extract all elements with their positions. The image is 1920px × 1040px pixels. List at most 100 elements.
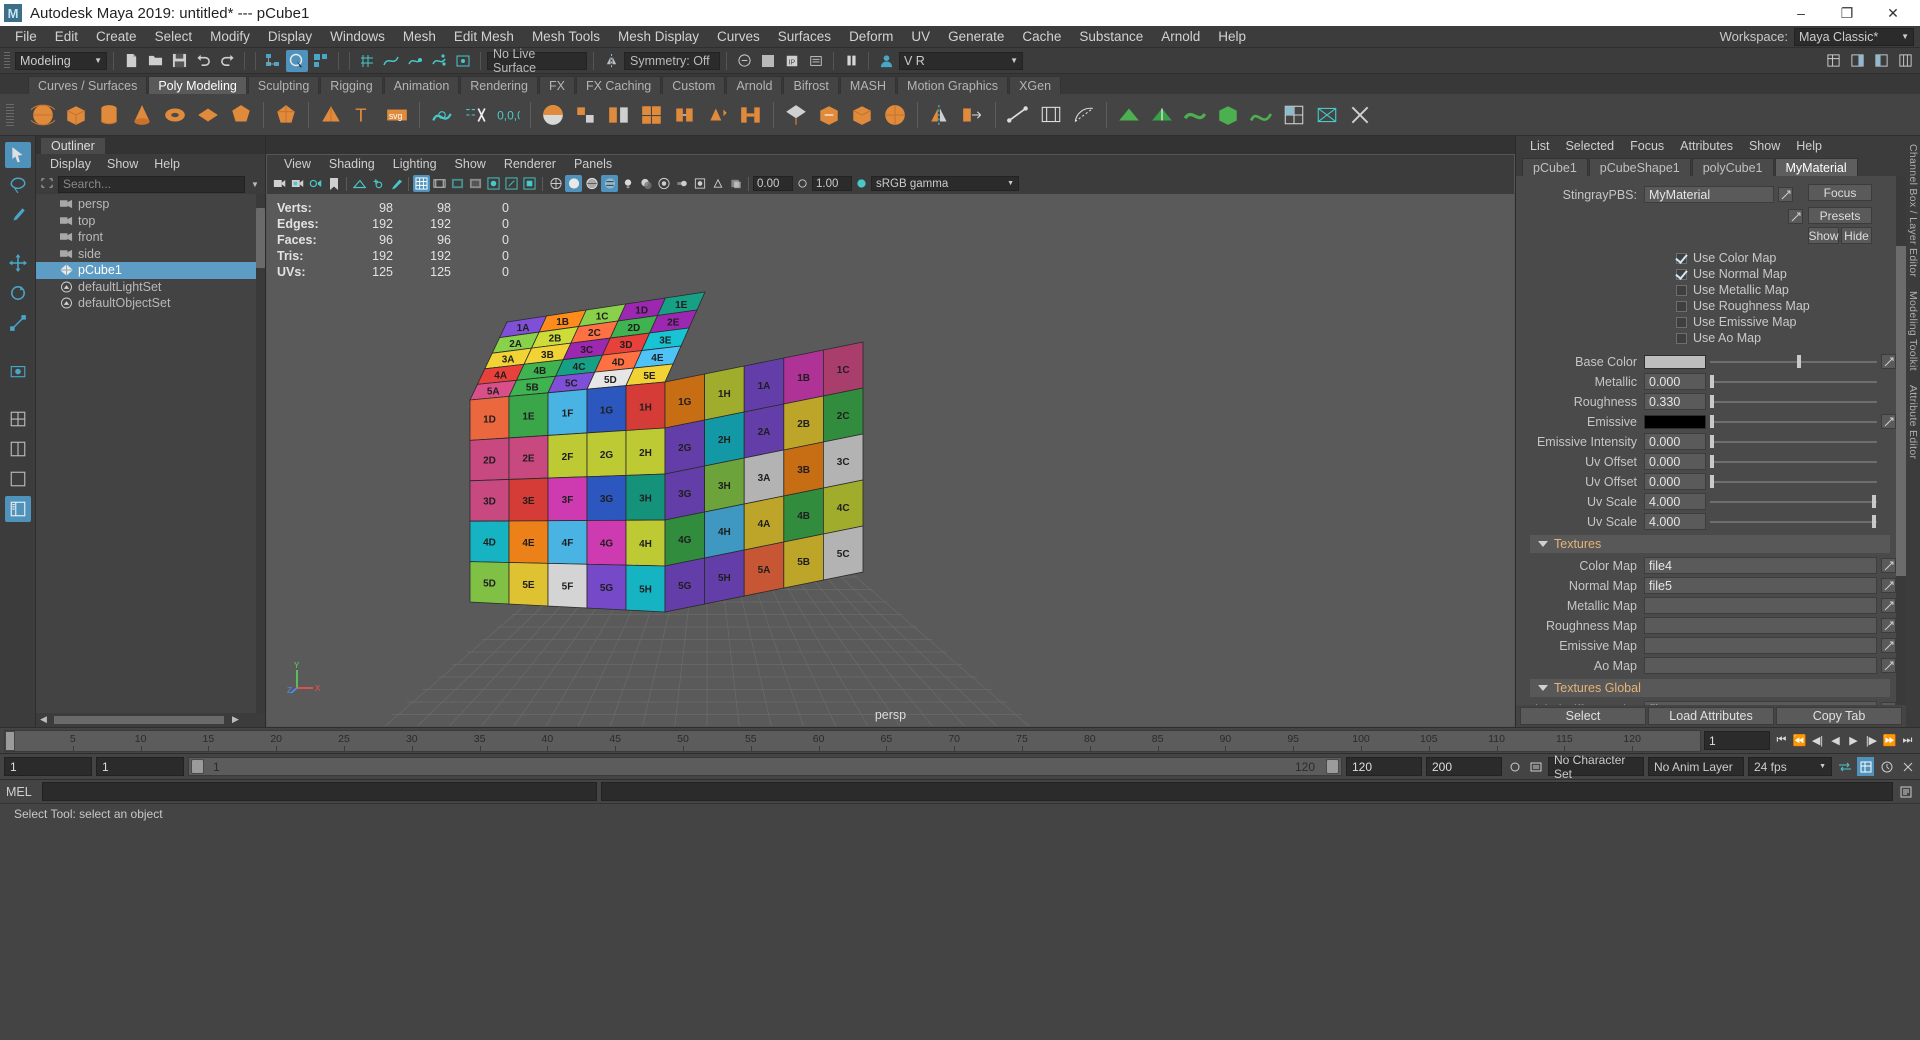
slider-handle[interactable]: [1710, 395, 1714, 408]
texture-input[interactable]: file1: [1644, 701, 1877, 705]
shelf-tab-rigging[interactable]: Rigging: [320, 76, 382, 94]
gate-mask-icon[interactable]: [467, 175, 484, 192]
outliner-menu-show[interactable]: Show: [99, 154, 146, 174]
checkbox-icon[interactable]: [1676, 333, 1687, 344]
range-bar[interactable]: 1 120: [188, 757, 1342, 776]
snap-projected-icon[interactable]: [428, 50, 450, 72]
remesh-icon[interactable]: [847, 100, 877, 130]
viewport-menu-lighting[interactable]: Lighting: [384, 155, 446, 174]
snap-curve-icon[interactable]: [380, 50, 402, 72]
anim-start-input[interactable]: 120: [1346, 757, 1422, 776]
hide-button[interactable]: Hide: [1841, 227, 1872, 244]
presets-button[interactable]: Presets: [1808, 207, 1872, 224]
go-to-end-icon[interactable]: ⏭: [1899, 731, 1916, 750]
snap-grid-icon[interactable]: [356, 50, 378, 72]
outliner-scroll-thumb[interactable]: [256, 208, 265, 268]
param-slider[interactable]: [1710, 513, 1877, 530]
tool-settings-toggle-icon[interactable]: [1870, 50, 1892, 72]
layout-single-icon[interactable]: [5, 406, 31, 432]
menu-help[interactable]: Help: [1209, 26, 1255, 48]
transfer-attributes-icon[interactable]: [958, 100, 988, 130]
shade-wireframe-icon[interactable]: [583, 175, 600, 192]
outliner-hscrollbar[interactable]: ◀ ▶: [36, 713, 265, 727]
slider-handle[interactable]: [1710, 375, 1714, 388]
snapshot-tool-icon[interactable]: [5, 358, 31, 384]
bevel-icon[interactable]: [703, 100, 733, 130]
layout-persp-icon[interactable]: [5, 466, 31, 492]
ipr-render-icon[interactable]: IP: [781, 50, 803, 72]
attr-tab-pCube1[interactable]: pCube1: [1522, 158, 1588, 176]
render-settings-icon[interactable]: [805, 50, 827, 72]
torus-tool-icon[interactable]: [160, 100, 190, 130]
display-smooth-icon[interactable]: [1114, 100, 1144, 130]
sphere-smooth-icon[interactable]: [538, 100, 568, 130]
booleans-icon[interactable]: [637, 100, 667, 130]
gamma-input[interactable]: 1.00: [812, 176, 852, 191]
attribute-editor-body[interactable]: StingrayPBS: MyMaterial Focus Presets Sh…: [1516, 176, 1906, 705]
checkbox-row-use-color-map[interactable]: Use Color Map: [1516, 250, 1896, 266]
multisample-aa-icon[interactable]: [709, 175, 726, 192]
shelf-tab-motion-graphics[interactable]: Motion Graphics: [897, 76, 1008, 94]
outliner-item-side[interactable]: side: [36, 246, 265, 263]
play-backwards-icon[interactable]: ◀: [1827, 731, 1844, 750]
step-back-frame-icon[interactable]: ◀|: [1809, 731, 1826, 750]
xray-icon[interactable]: [733, 50, 755, 72]
texture-input[interactable]: [1644, 617, 1877, 634]
open-scene-icon[interactable]: [144, 50, 166, 72]
select-component-icon[interactable]: [310, 50, 332, 72]
attr-copy-tab-button[interactable]: Copy Tab: [1776, 707, 1902, 725]
outliner-item-top[interactable]: top: [36, 213, 265, 230]
outliner-search-input[interactable]: Search...: [58, 176, 245, 193]
xray-active-components-icon[interactable]: [521, 175, 538, 192]
bridge-icon[interactable]: [736, 100, 766, 130]
time-slider[interactable]: 5101520253035404550556065707580859095100…: [4, 730, 1701, 752]
viewport-canvas[interactable]: Verts:98980Edges:1921920Faces:96960Tris:…: [266, 194, 1515, 727]
outliner-item-persp[interactable]: persp: [36, 196, 265, 213]
sculpt-tool-icon[interactable]: [427, 100, 457, 130]
save-scene-icon[interactable]: [168, 50, 190, 72]
outliner-menu-display[interactable]: Display: [42, 154, 99, 174]
character-set-dropdown[interactable]: No Character Set: [1548, 757, 1644, 776]
attr-select-button[interactable]: Select: [1520, 707, 1646, 725]
viewport-menu-shading[interactable]: Shading: [320, 155, 384, 174]
menu-curves[interactable]: Curves: [708, 26, 769, 48]
param-slider[interactable]: [1710, 473, 1877, 490]
current-frame-input[interactable]: 1: [1704, 731, 1770, 750]
shelf-tab-custom[interactable]: Custom: [662, 76, 725, 94]
uv-unfold-icon[interactable]: [1312, 100, 1342, 130]
checkbox-icon[interactable]: [1676, 301, 1687, 312]
platonic-tool-icon[interactable]: [271, 100, 301, 130]
menu-cache[interactable]: Cache: [1013, 26, 1070, 48]
viewport-menu-renderer[interactable]: Renderer: [495, 155, 565, 174]
checkbox-row-use-normal-map[interactable]: Use Normal Map: [1516, 266, 1896, 282]
param-map-button[interactable]: [1881, 354, 1896, 369]
measure-arc-icon[interactable]: [1069, 100, 1099, 130]
layout-two-icon[interactable]: [5, 436, 31, 462]
shelf-tab-arnold[interactable]: Arnold: [726, 76, 782, 94]
play-forwards-icon[interactable]: ▶: [1845, 731, 1862, 750]
text-tool-icon[interactable]: T: [349, 100, 379, 130]
right-tab-modeling-toolkit[interactable]: Modeling Toolkit: [1907, 291, 1919, 371]
colorspace-dropdown[interactable]: sRGB gamma ▼: [871, 176, 1019, 191]
step-back-key-icon[interactable]: ⏪: [1791, 731, 1808, 750]
checkbox-row-use-emissive-map[interactable]: Use Emissive Map: [1516, 314, 1896, 330]
toolbar-grip[interactable]: [4, 52, 10, 70]
lock-camera-icon[interactable]: [289, 175, 306, 192]
use-lights-icon[interactable]: [619, 175, 636, 192]
attribute-editor-scrollbar[interactable]: [1896, 176, 1906, 705]
menu-windows[interactable]: Windows: [321, 26, 394, 48]
texture-map-button[interactable]: [1881, 558, 1896, 573]
param-value-input[interactable]: 0.000: [1644, 453, 1706, 470]
select-object-icon[interactable]: [286, 50, 308, 72]
outliner-menu-help[interactable]: Help: [146, 154, 188, 174]
scroll-right-icon[interactable]: ▶: [232, 714, 239, 725]
symmetry-field[interactable]: Symmetry: Off: [624, 52, 720, 70]
layout-outliner-persp-icon[interactable]: [5, 496, 31, 522]
shelf-tab-curves-surfaces[interactable]: Curves / Surfaces: [28, 76, 147, 94]
menu-create[interactable]: Create: [87, 26, 146, 48]
shelf-tab-sculpting[interactable]: Sculpting: [248, 76, 319, 94]
fps-dropdown[interactable]: 24 fps ▼: [1748, 757, 1832, 776]
cone-tool-icon[interactable]: [127, 100, 157, 130]
slider-handle[interactable]: [1797, 355, 1801, 368]
outliner-item-defaultLightSet[interactable]: defaultLightSet: [36, 279, 265, 296]
